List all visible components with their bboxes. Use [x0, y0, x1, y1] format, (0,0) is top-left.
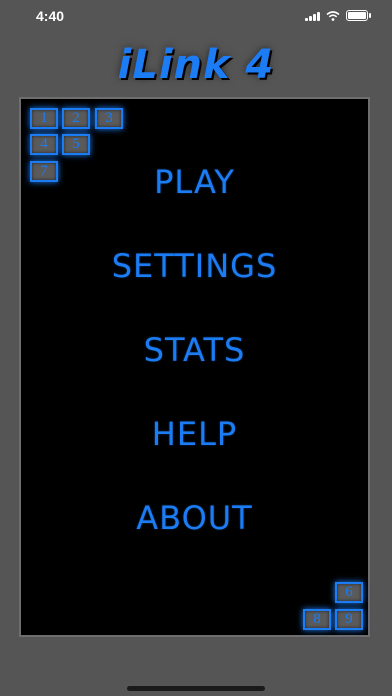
- level-tile-1[interactable]: 1: [30, 108, 58, 129]
- about-button[interactable]: ABOUT: [21, 499, 368, 537]
- level-tile-9[interactable]: 9: [335, 609, 363, 630]
- level-tile-5[interactable]: 5: [62, 134, 90, 155]
- level-tile-8[interactable]: 8: [303, 609, 331, 630]
- wifi-icon: [326, 10, 340, 21]
- stats-button[interactable]: STATS: [21, 331, 368, 369]
- settings-button[interactable]: SETTINGS: [21, 247, 368, 285]
- signal-icon: [305, 11, 320, 21]
- menu-board: 1 2 3 4 5 7 PLAY SETTINGS STATS HELP ABO…: [19, 97, 370, 637]
- level-tile-2[interactable]: 2: [62, 108, 90, 129]
- status-bar: 4:40: [0, 0, 392, 34]
- play-button[interactable]: PLAY: [21, 163, 368, 201]
- help-button[interactable]: HELP: [21, 415, 368, 453]
- level-tile-6[interactable]: 6: [335, 582, 363, 603]
- app-title: iLink 4: [117, 42, 275, 88]
- level-tile-4[interactable]: 4: [30, 134, 58, 155]
- status-time: 4:40: [36, 8, 65, 24]
- status-icons: [305, 10, 371, 21]
- level-tile-3[interactable]: 3: [95, 108, 123, 129]
- battery-icon: [346, 10, 371, 21]
- home-indicator[interactable]: [127, 686, 265, 691]
